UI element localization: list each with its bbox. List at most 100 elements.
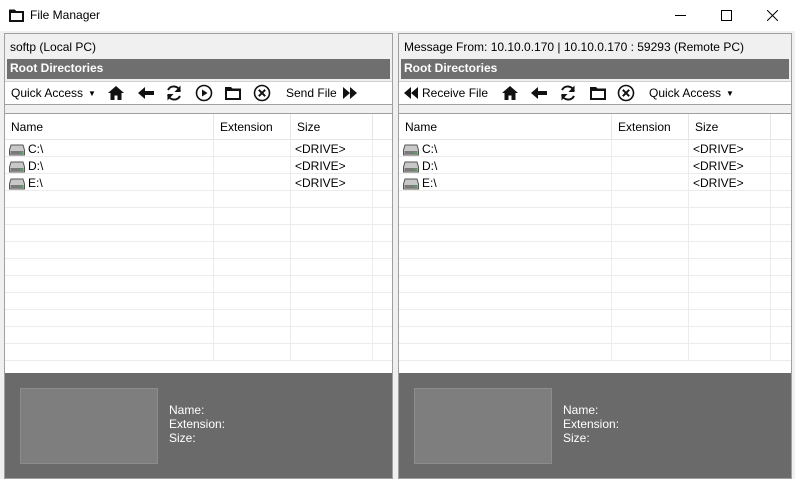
empty-row (399, 225, 791, 242)
detail-size-label: Size: (169, 431, 196, 445)
home-button[interactable] (501, 82, 519, 104)
cell-size: <DRIVE> (689, 157, 771, 174)
cell-name: E:\ (5, 174, 214, 191)
empty-row (5, 344, 392, 361)
empty-row (5, 259, 392, 276)
empty-row (399, 310, 791, 327)
table-row[interactable]: C:\ <DRIVE> (5, 140, 392, 157)
refresh-button[interactable] (559, 82, 577, 104)
cancel-icon (253, 84, 271, 102)
col-header-size[interactable]: Size (689, 114, 771, 140)
local-details-panel: Name: Extension: Size: (5, 373, 392, 478)
cell-extension (214, 157, 291, 174)
local-file-properties: Name: Extension: Size: (169, 403, 225, 445)
cell-extension (612, 157, 689, 174)
local-pane: softp (Local PC) Root Directories Quick … (4, 33, 393, 479)
home-button[interactable] (107, 82, 125, 104)
remote-pc-label: Message From: 10.10.0.170 | 10.10.0.170 … (404, 40, 744, 54)
new-folder-button[interactable] (224, 82, 242, 104)
refresh-button[interactable] (165, 82, 183, 104)
detail-name-label: Name: (169, 403, 205, 417)
empty-row (5, 208, 392, 225)
detail-name-label: Name: (563, 403, 599, 417)
cell-name: D:\ (5, 157, 214, 174)
home-icon (502, 86, 518, 100)
empty-row (5, 310, 392, 327)
remote-file-properties: Name: Extension: Size: (563, 403, 619, 445)
minimize-button[interactable] (657, 0, 703, 31)
dropdown-caret-icon: ▼ (726, 88, 734, 98)
col-header-size[interactable]: Size (291, 114, 373, 140)
remote-toolbar: Receive File Quick Access ▼ (399, 81, 791, 105)
table-row[interactable]: E:\ <DRIVE> (5, 174, 392, 191)
remote-list-header: Name Extension Size (399, 114, 791, 140)
local-rows: C:\ <DRIVE> D:\ <DRIVE> E:\ <DRIVE> (5, 140, 392, 361)
remote-path-bar: Root Directories (401, 59, 789, 79)
new-folder-button[interactable] (589, 82, 607, 104)
refresh-icon (561, 85, 575, 101)
back-arrow-icon (138, 87, 154, 99)
drive-icon (9, 144, 25, 156)
back-button[interactable] (137, 82, 155, 104)
empty-row (399, 259, 791, 276)
table-row[interactable]: D:\ <DRIVE> (5, 157, 392, 174)
cell-size: <DRIVE> (689, 140, 771, 157)
cell-extension (612, 140, 689, 157)
drive-icon (403, 178, 419, 190)
receive-file-label: Receive File (422, 86, 489, 100)
quick-access-dropdown[interactable]: Quick Access ▼ (649, 82, 734, 104)
cell-name: E:\ (399, 174, 612, 191)
empty-row (399, 327, 791, 344)
empty-row (5, 191, 392, 208)
empty-row (5, 276, 392, 293)
empty-row (5, 293, 392, 310)
cell-name: C:\ (5, 140, 214, 157)
cancel-button[interactable] (617, 82, 635, 104)
local-file-list: Name Extension Size C:\ <DRIVE> D:\ <DRI… (5, 113, 392, 373)
drive-icon (9, 178, 25, 190)
back-button[interactable] (530, 82, 548, 104)
close-button[interactable] (749, 0, 795, 31)
detail-extension-label: Extension: (563, 417, 620, 431)
title-bar: File Manager (0, 0, 795, 31)
quick-access-dropdown[interactable]: Quick Access ▼ (11, 82, 96, 104)
play-icon (195, 84, 213, 102)
detail-size-label: Size: (563, 431, 590, 445)
fast-forward-icon (342, 87, 357, 99)
drive-icon (403, 161, 419, 173)
drive-icon (9, 161, 25, 173)
receive-file-button[interactable]: Receive File (404, 82, 488, 104)
table-row[interactable]: E:\ <DRIVE> (399, 174, 791, 191)
cell-name: D:\ (399, 157, 612, 174)
local-pc-label: softp (Local PC) (10, 40, 97, 54)
drive-icon (403, 144, 419, 156)
quick-access-label: Quick Access (11, 86, 84, 100)
remote-preview-thumbnail (414, 388, 552, 464)
cell-size: <DRIVE> (689, 174, 771, 191)
table-row[interactable]: C:\ <DRIVE> (399, 140, 791, 157)
cell-size: <DRIVE> (291, 174, 373, 191)
empty-row (399, 191, 791, 208)
play-button[interactable] (195, 82, 213, 104)
col-header-extension[interactable]: Extension (612, 114, 689, 140)
remote-file-list: Name Extension Size C:\ <DRIVE> D:\ <DRI… (399, 113, 791, 373)
remote-details-panel: Name: Extension: Size: (399, 373, 791, 478)
table-row[interactable]: D:\ <DRIVE> (399, 157, 791, 174)
col-header-name[interactable]: Name (399, 114, 612, 140)
col-header-extension[interactable]: Extension (214, 114, 291, 140)
quick-access-label: Quick Access (649, 86, 722, 100)
empty-row (5, 242, 392, 259)
empty-row (399, 208, 791, 225)
send-file-button[interactable]: Send File (286, 82, 357, 104)
remote-rows: C:\ <DRIVE> D:\ <DRIVE> E:\ <DRIVE> (399, 140, 791, 361)
local-list-header: Name Extension Size (5, 114, 392, 140)
cell-size: <DRIVE> (291, 157, 373, 174)
col-header-name[interactable]: Name (5, 114, 214, 140)
local-toolbar: Quick Access ▼ Send File (5, 81, 392, 105)
maximize-button[interactable] (703, 0, 749, 31)
local-preview-thumbnail (20, 388, 158, 464)
window-title: File Manager (30, 8, 101, 22)
cancel-button[interactable] (253, 82, 271, 104)
rewind-icon (404, 87, 418, 99)
cell-extension (214, 140, 291, 157)
